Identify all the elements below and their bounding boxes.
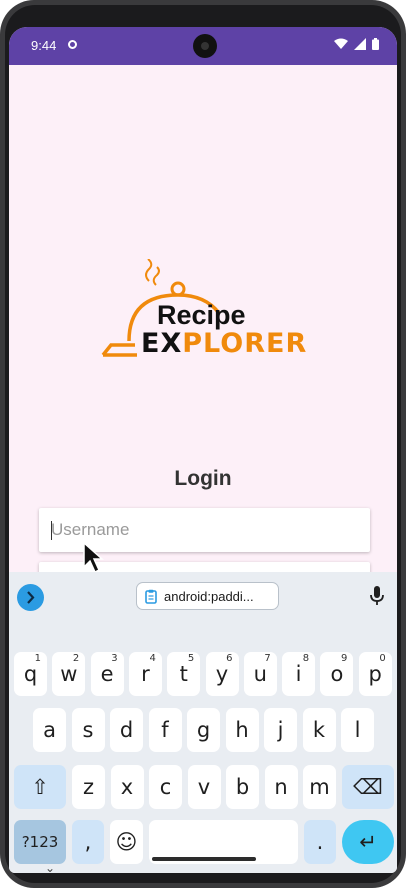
key-hint: 0 [379,653,386,664]
key-c[interactable]: c [149,765,182,809]
key-q[interactable]: q1 [14,652,47,696]
key-k[interactable]: k [302,708,336,752]
logo-ex: EX [141,328,183,359]
login-title: Login [174,467,232,490]
emoji-key[interactable]: ☺ [110,820,143,864]
status-bar: 9:44 [9,27,397,65]
mouse-pointer-icon [83,541,104,574]
enter-key[interactable]: ↵ [342,820,394,864]
key-label: r [141,662,150,686]
key-w[interactable]: w2 [52,652,86,696]
key-z[interactable]: z [72,765,105,809]
key-x[interactable]: x [110,765,144,809]
key-label: o [330,662,344,686]
key-label: q [23,662,38,686]
key-hint: 5 [187,653,195,664]
clipboard-icon [145,589,157,604]
comma-key[interactable]: , [72,820,104,864]
gesture-nav-bar[interactable] [152,857,256,861]
key-label: w [60,662,78,686]
key-r[interactable]: r4 [128,652,162,696]
numbers-key[interactable]: ?123 [14,820,66,864]
key-hint: 9 [341,653,348,664]
key-l[interactable]: l [341,708,374,752]
wifi-icon [334,38,348,49]
key-g[interactable]: g [187,708,220,752]
key-d[interactable]: d [110,708,143,752]
key-p[interactable]: p0 [358,652,392,696]
key-b[interactable]: b [226,765,259,809]
expand-toolbar-button[interactable] [17,584,44,611]
key-hint: 4 [149,653,156,664]
key-label: y [215,662,229,686]
key-hint: 6 [226,653,233,664]
key-label: p [368,662,382,686]
key-hint: 1 [34,653,41,664]
status-time: 9:44 [31,38,57,53]
key-t[interactable]: t5 [167,652,201,696]
key-hint: 3 [111,653,118,664]
key-label: e [100,662,114,686]
status-icons [334,38,379,50]
key-hint: 2 [72,653,80,664]
logo-plorer: PLORER [182,328,308,359]
key-n[interactable]: n [264,765,298,809]
app-screen: 9:44 Recipe EXPLORER Login Username andr… [9,27,397,873]
key-h[interactable]: h [225,708,259,752]
battery-icon [372,38,379,50]
chevron-right-icon [27,591,35,604]
key-i[interactable]: i8 [282,652,316,696]
key-hint: 8 [302,653,310,664]
soft-keyboard: android:paddi... q1w2e3r4t5y6u7i8o9p0 as… [9,572,397,873]
clipboard-suggestion-text: android:paddi... [164,588,254,604]
keyboard-toolbar: android:paddi... [9,572,397,619]
key-s[interactable]: s [71,708,105,752]
key-v[interactable]: v [187,765,221,809]
key-label: i [295,662,302,686]
app-logo: Recipe EXPLORER [101,259,306,371]
signal-icon [354,38,366,50]
clipboard-suggestion-chip[interactable]: android:paddi... [136,582,279,610]
key-m[interactable]: m [303,765,336,809]
key-f[interactable]: f [148,708,182,752]
front-camera [193,34,217,58]
period-key[interactable]: . [304,820,336,864]
shift-key[interactable]: ⇧ [14,765,66,809]
notification-dot-icon [68,40,77,49]
key-j[interactable]: j [264,708,297,752]
key-hint: 7 [264,653,271,664]
key-o[interactable]: o9 [320,652,354,696]
key-a[interactable]: a [33,708,66,752]
logo-title-explorer: EXPLORER [141,328,307,359]
logo-title-recipe: Recipe [157,300,246,330]
key-label: t [179,662,188,686]
chevron-down-icon[interactable]: ⌄ [45,861,55,873]
key-label: u [253,662,267,686]
key-y[interactable]: y6 [205,652,239,696]
key-u[interactable]: u7 [243,652,277,696]
backspace-key[interactable]: ⌫ [342,765,394,809]
key-e[interactable]: e3 [90,652,124,696]
microphone-icon[interactable] [370,586,384,606]
text-caret [51,521,52,540]
